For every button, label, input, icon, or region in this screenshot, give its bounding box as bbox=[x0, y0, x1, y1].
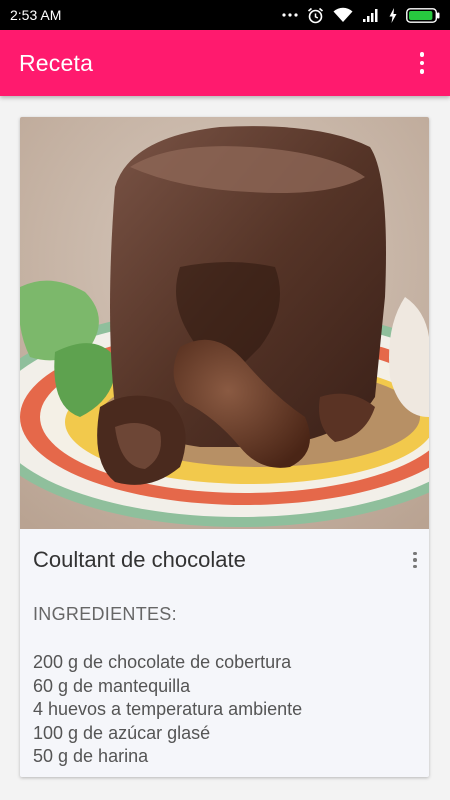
ingredients-heading: INGREDIENTES: bbox=[33, 604, 177, 624]
signal-dots-icon bbox=[282, 10, 298, 20]
overflow-menu-icon[interactable] bbox=[412, 48, 432, 78]
status-icons bbox=[282, 7, 440, 24]
app-title: Receta bbox=[19, 49, 94, 76]
content-area: Coultant de chocolate INGREDIENTES: 200 … bbox=[0, 96, 450, 800]
app-bar: Receta bbox=[0, 30, 450, 96]
alarm-icon bbox=[307, 7, 324, 24]
ingredient-item: 100 g de azúcar glasé bbox=[33, 722, 211, 743]
recipe-card[interactable]: Coultant de chocolate INGREDIENTES: 200 … bbox=[20, 117, 429, 777]
ingredient-item: 50 g de harina bbox=[33, 746, 149, 766]
ingredient-item: 200 g de chocolate de cobertura bbox=[33, 652, 292, 672]
status-time: 2:53 AM bbox=[10, 7, 62, 23]
cell-signal-icon bbox=[362, 8, 380, 23]
battery-icon bbox=[406, 7, 440, 23]
wifi-icon bbox=[333, 7, 353, 23]
ingredient-item: 4 huevos a temperatura ambiente bbox=[33, 699, 303, 719]
recipe-title: Coultant de chocolate bbox=[33, 547, 246, 572]
card-overflow-icon[interactable] bbox=[409, 549, 421, 571]
recipe-image bbox=[20, 117, 429, 529]
status-bar: 2:53 AM bbox=[0, 0, 450, 30]
ingredient-item: 60 g de mantequilla bbox=[33, 675, 191, 696]
charging-icon bbox=[389, 7, 397, 23]
ingredients-list: 200 g de chocolate de cobertura 60 g de … bbox=[33, 651, 302, 769]
